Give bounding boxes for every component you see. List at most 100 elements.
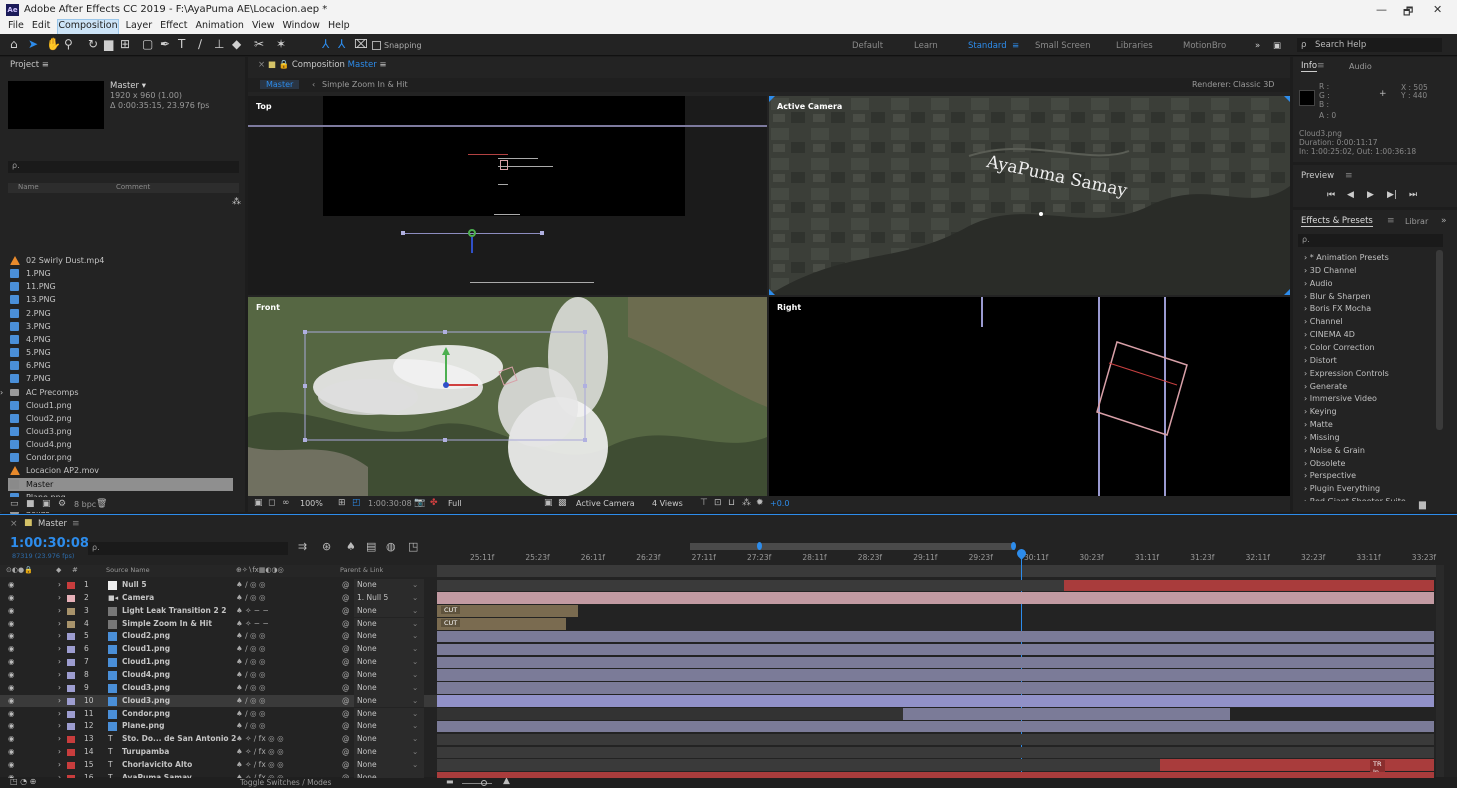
parent-pickwhip-icon[interactable]: @	[342, 656, 350, 669]
info-tab[interactable]: Info	[1301, 61, 1318, 72]
label-color-swatch[interactable]	[67, 736, 75, 744]
chevron-right-icon[interactable]: ›	[58, 695, 61, 708]
eye-icon[interactable]: ◉	[8, 656, 15, 669]
project-item[interactable]: Cloud3.png	[8, 425, 233, 438]
more-panels-icon[interactable]: »	[1441, 216, 1447, 226]
layer-name[interactable]: Condor.png	[122, 708, 170, 721]
project-search-input[interactable]: ρ.	[8, 161, 239, 173]
effect-category[interactable]: › Matte	[1298, 418, 1433, 431]
selection-tool-icon[interactable]: ➤	[28, 37, 38, 51]
timeline-tab-master[interactable]: Master	[38, 519, 67, 529]
eye-icon[interactable]: ◉	[8, 759, 15, 772]
frame-blending-icon[interactable]: ▤	[366, 540, 376, 553]
layer-switches[interactable]: ♠ ∕ ◎ ◎	[236, 643, 266, 656]
right-view[interactable]: Right	[769, 297, 1290, 496]
workspace-menu-icon[interactable]: ≡	[1012, 41, 1019, 51]
toggle-switches-modes-button[interactable]: Toggle Switches / Modes	[240, 778, 331, 787]
layer-row[interactable]: ◉ › 2 ■◂ Camera ♠ ∕ ◎ ◎ @1. Null 5 ⌄	[0, 591, 437, 605]
chevron-right-icon[interactable]: ›	[0, 386, 3, 399]
effects-menu-icon[interactable]: ≡	[1387, 216, 1395, 226]
camera-tool-icon[interactable]: ▆	[104, 37, 113, 51]
layer-switches[interactable]: ♠ ✧ ∕ fx ◎ ◎	[236, 772, 284, 778]
layer-name[interactable]: Plane.png	[122, 720, 164, 733]
layer-switches[interactable]: ♠ ∕ ◎ ◎	[236, 708, 266, 721]
zoom-tool-icon[interactable]: ⚲	[64, 37, 73, 51]
project-item[interactable]: Cloud4.png	[8, 438, 233, 451]
eye-icon[interactable]: ◉	[8, 643, 15, 656]
effect-category[interactable]: › Immersive Video	[1298, 392, 1433, 405]
label-color-swatch[interactable]	[67, 749, 75, 757]
axis-world-icon[interactable]: ⅄	[338, 37, 345, 51]
layer-row[interactable]: ◉ › 10 Cloud3.png ♠ ∕ ◎ ◎ @ None ⌄	[0, 694, 437, 708]
close-button[interactable]: ✕	[1433, 3, 1442, 16]
label-color-swatch[interactable]	[67, 710, 75, 718]
menu-effect[interactable]: Effect	[160, 20, 187, 34]
chevron-right-icon[interactable]: ›	[58, 605, 61, 618]
effect-category[interactable]: › 3D Channel	[1298, 264, 1433, 277]
flowchart-icon[interactable]: ⁂	[232, 197, 241, 207]
effect-category[interactable]: › Generate	[1298, 380, 1433, 393]
parent-pickwhip-icon[interactable]: @	[342, 669, 350, 682]
grid-icon[interactable]: ⊞	[338, 498, 346, 508]
layer-duration-bar[interactable]	[437, 579, 1064, 591]
layer-name[interactable]: Null 5	[122, 579, 147, 592]
new-folder-icon[interactable]: ■	[26, 499, 35, 509]
layer-name[interactable]: Cloud1.png	[122, 656, 170, 669]
eraser-tool-icon[interactable]: ◆	[232, 37, 241, 51]
project-panel-header[interactable]: Project ≡	[0, 57, 245, 73]
layer-row[interactable]: ◉ › 16 T AyaPuma Samay ♠ ✧ ∕ fx ◎ ◎ @ None ⌄	[0, 771, 437, 778]
resolution-dropdown[interactable]: Full	[448, 499, 462, 508]
play-icon[interactable]: ▶	[1367, 190, 1374, 200]
chevron-right-icon[interactable]: ›	[58, 630, 61, 643]
chevron-right-icon[interactable]: ›	[58, 746, 61, 759]
effect-category[interactable]: › Missing	[1298, 431, 1433, 444]
zoom-slider-track[interactable]	[462, 783, 492, 784]
bit-depth-button[interactable]: 8 bpc	[74, 500, 96, 509]
home-icon[interactable]: ⌂	[10, 37, 18, 51]
layer-duration-bar[interactable]	[437, 630, 1434, 643]
label-color-swatch[interactable]	[67, 684, 75, 692]
composition-tab-label[interactable]: Composition	[292, 60, 345, 70]
parent-pickwhip-icon[interactable]: @	[342, 605, 350, 618]
effect-category[interactable]: › Channel	[1298, 315, 1433, 328]
layer-switches[interactable]: ♠ ∕ ◎ ◎	[236, 592, 266, 605]
draft-3d-icon[interactable]: ⊡	[714, 498, 722, 508]
layer-row[interactable]: ◉ › 14 T Turupamba ♠ ✧ ∕ fx ◎ ◎ @ None ⌄	[0, 746, 437, 759]
label-column-icon[interactable]: ◆	[56, 566, 61, 574]
parent-pickwhip-icon[interactable]: @	[342, 772, 350, 778]
shy-layers-icon[interactable]: ♠	[346, 540, 356, 553]
toggle-pixel-aspect-icon[interactable]: ⊤	[700, 498, 708, 508]
layer-duration-bar[interactable]	[437, 695, 1434, 707]
menu-help[interactable]: Help	[328, 20, 350, 34]
parent-pickwhip-icon[interactable]: @	[342, 579, 350, 592]
brush-tool-icon[interactable]: ∕	[198, 37, 202, 51]
project-item[interactable]: 7.PNG	[8, 372, 233, 385]
menu-composition[interactable]: Composition	[57, 19, 119, 35]
workspace-learn[interactable]: Learn	[914, 41, 938, 51]
audio-tab[interactable]: Audio	[1349, 62, 1372, 71]
new-item-icon[interactable]: ▆	[1419, 500, 1426, 510]
project-item[interactable]: › AC Precomps	[0, 386, 233, 399]
layer-row[interactable]: ◉ › 11 Condor.png ♠ ∕ ◎ ◎ @ None ⌄	[0, 707, 437, 721]
renderer-value[interactable]: Classic 3D	[1233, 80, 1274, 89]
project-item[interactable]: 02 Swirly Dust.mp4	[8, 254, 233, 267]
chevron-right-icon[interactable]: ›	[58, 733, 61, 746]
menu-edit[interactable]: Edit	[32, 20, 50, 34]
parent-link-column[interactable]: Parent & Link	[340, 566, 383, 574]
chevron-right-icon[interactable]: ›	[58, 656, 61, 669]
layer-duration-bar[interactable]	[437, 643, 1434, 656]
hand-tool-icon[interactable]: ✋	[46, 37, 61, 51]
z-axis-handle[interactable]	[471, 237, 473, 253]
anchor-point-icon[interactable]	[468, 229, 476, 237]
eye-icon[interactable]: ◉	[8, 720, 15, 733]
layer-duration-bar[interactable]	[437, 733, 1434, 746]
chevron-right-icon[interactable]: ›	[58, 579, 61, 592]
effect-category[interactable]: › Noise & Grain	[1298, 444, 1433, 457]
flowchart-icon[interactable]: ⁂	[742, 498, 751, 508]
timeline-search-input[interactable]: ρ.	[88, 542, 288, 555]
project-settings-icon[interactable]: ⚙	[58, 499, 66, 509]
menu-view[interactable]: View	[252, 20, 275, 34]
exposure-icon[interactable]: ✹	[756, 498, 764, 508]
label-color-swatch[interactable]	[67, 723, 75, 731]
layer-switches[interactable]: ♠ ∕ ◎ ◎	[236, 656, 266, 669]
